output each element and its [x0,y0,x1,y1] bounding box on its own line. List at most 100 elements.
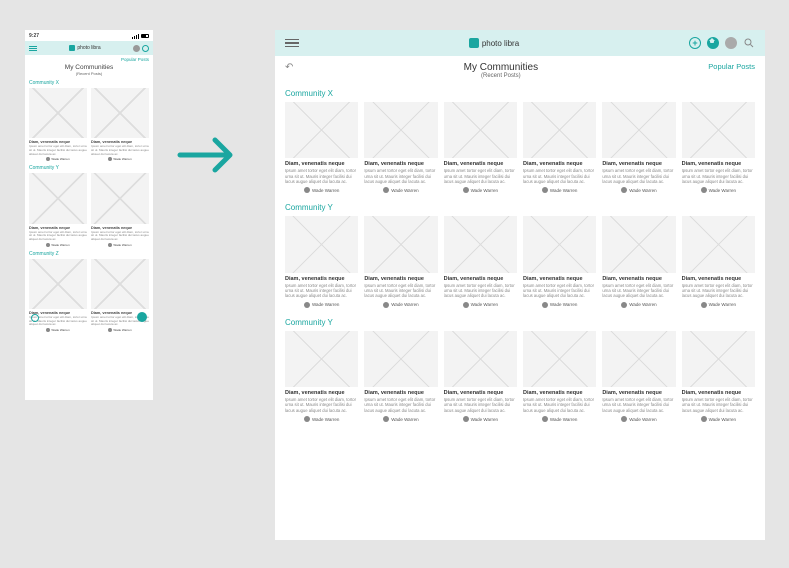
post-card[interactable]: Diam, venenatis neque Ipsum amet tortor … [682,331,755,422]
post-card[interactable]: Diam, venenatis neque Ipsum amet tortor … [682,102,755,193]
brand[interactable]: photo libra [69,45,100,51]
post-author[interactable]: Wade Warren [682,416,755,422]
post-title: Diam, venenatis neque [364,161,437,167]
popular-posts-link[interactable]: Popular Posts [25,55,153,62]
post-author[interactable]: Wade Warren [29,157,87,161]
back-icon[interactable]: ↶ [285,62,293,73]
post-thumbnail [364,331,437,387]
community-heading[interactable]: Community X [275,79,765,102]
post-card[interactable]: Diam, venenatis neque Ipsum amet tortor … [364,331,437,422]
page-title: My Communities [293,62,708,73]
post-author[interactable]: Wade Warren [444,416,517,422]
post-thumbnail [602,102,675,158]
post-author[interactable]: Wade Warren [364,416,437,422]
post-card[interactable]: Diam, venenatis neque Ipsum amet tortor … [602,216,675,307]
post-card[interactable]: Diam, venenatis neque Ipsum amet tortor … [91,88,149,161]
post-card[interactable]: Diam, venenatis neque Ipsum amet tortor … [602,331,675,422]
post-author[interactable]: Wade Warren [364,187,437,193]
community-heading[interactable]: Community Y [275,193,765,216]
post-card[interactable]: Diam, venenatis neque Ipsum amet tortor … [285,102,358,193]
avatar-icon [701,187,707,193]
post-author[interactable]: Wade Warren [523,302,596,308]
post-card[interactable]: Diam, venenatis neque Ipsum amet tortor … [523,216,596,307]
post-card[interactable]: Diam, venenatis neque Ipsum amet tortor … [444,216,517,307]
signal-icon [132,34,139,39]
post-author[interactable]: Wade Warren [285,187,358,193]
post-author[interactable]: Wade Warren [91,328,149,332]
avatar-icon [108,328,112,332]
post-card[interactable]: Diam, venenatis neque Ipsum amet tortor … [29,259,87,332]
post-thumbnail [29,173,87,223]
post-title: Diam, venenatis neque [444,276,517,282]
add-fab[interactable] [31,314,39,322]
post-thumbnail [523,102,596,158]
post-author[interactable]: Wade Warren [523,416,596,422]
hamburger-icon[interactable] [29,46,37,51]
post-card[interactable]: Diam, venenatis neque Ipsum amet tortor … [364,102,437,193]
post-author[interactable]: Wade Warren [682,302,755,308]
avatar-icon [46,243,50,247]
avatar-icon [46,157,50,161]
post-thumbnail [444,331,517,387]
avatar-icon[interactable] [133,45,140,52]
post-author[interactable]: Wade Warren [682,187,755,193]
avatar-icon[interactable] [725,37,737,49]
post-card[interactable]: Diam, venenatis neque Ipsum amet tortor … [285,331,358,422]
post-card[interactable]: Diam, venenatis neque Ipsum amet tortor … [29,88,87,161]
post-desc: Ipsum amet tortor eget elit diam, tortor… [682,168,755,184]
post-card[interactable]: Diam, venenatis neque Ipsum amet tortor … [523,331,596,422]
avatar-icon [383,302,389,308]
logo-icon [69,45,75,51]
post-author[interactable]: Wade Warren [285,416,358,422]
post-card[interactable]: Diam, venenatis neque Ipsum amet tortor … [285,216,358,307]
post-author[interactable]: Wade Warren [523,187,596,193]
avatar-icon [304,302,310,308]
page-title: My Communities [25,64,153,71]
post-author[interactable]: Wade Warren [444,302,517,308]
post-card[interactable]: Diam, venenatis neque Ipsum amet tortor … [523,102,596,193]
post-card[interactable]: Diam, venenatis neque Ipsum amet tortor … [364,216,437,307]
avatar-icon [108,157,112,161]
post-card[interactable]: Diam, venenatis neque Ipsum amet tortor … [444,102,517,193]
mobile-mockup: 9:27 photo libra Popular Posts My Commun… [25,30,153,400]
hamburger-icon[interactable] [285,39,299,48]
post-title: Diam, venenatis neque [523,390,596,396]
post-card[interactable]: Diam, venenatis neque Ipsum amet tortor … [602,102,675,193]
post-author[interactable]: Wade Warren [364,302,437,308]
add-icon[interactable]: + [689,37,701,49]
home-icon[interactable] [707,37,719,49]
post-card[interactable]: Diam, venenatis neque Ipsum amet tortor … [444,331,517,422]
post-title: Diam, venenatis neque [285,390,358,396]
post-author[interactable]: Wade Warren [602,187,675,193]
post-author[interactable]: Wade Warren [602,416,675,422]
post-thumbnail [29,88,87,138]
avatar-icon [383,187,389,193]
community-heading[interactable]: Community Z [25,247,153,259]
community-heading[interactable]: Community Y [25,161,153,173]
post-author[interactable]: Wade Warren [602,302,675,308]
community-heading[interactable]: Community X [25,76,153,88]
post-author[interactable]: Wade Warren [444,187,517,193]
post-card[interactable]: Diam, venenatis neque Ipsum amet tortor … [29,173,87,246]
avatar-icon [701,416,707,422]
post-author[interactable]: Wade Warren [91,157,149,161]
avatar-icon [46,328,50,332]
post-desc: Ipsum amet tortor eget elit diam, tortor… [602,397,675,413]
post-card[interactable]: Diam, venenatis neque Ipsum amet tortor … [682,216,755,307]
search-icon[interactable] [142,45,149,52]
status-time: 9:27 [29,33,39,39]
post-author[interactable]: Wade Warren [91,243,149,247]
search-icon[interactable] [743,37,755,49]
post-title: Diam, venenatis neque [285,161,358,167]
post-author[interactable]: Wade Warren [29,328,87,332]
home-fab[interactable] [137,312,147,322]
brand[interactable]: photo libra [299,38,689,48]
post-author[interactable]: Wade Warren [285,302,358,308]
post-author[interactable]: Wade Warren [29,243,87,247]
avatar-icon [304,187,310,193]
community-heading[interactable]: Community Y [275,308,765,331]
post-card[interactable]: Diam, venenatis neque Ipsum amet tortor … [91,173,149,246]
post-thumbnail [682,102,755,158]
popular-posts-link[interactable]: Popular Posts [708,62,755,71]
desktop-mockup: photo libra + ↶ My Communities (Recent P… [275,30,765,540]
